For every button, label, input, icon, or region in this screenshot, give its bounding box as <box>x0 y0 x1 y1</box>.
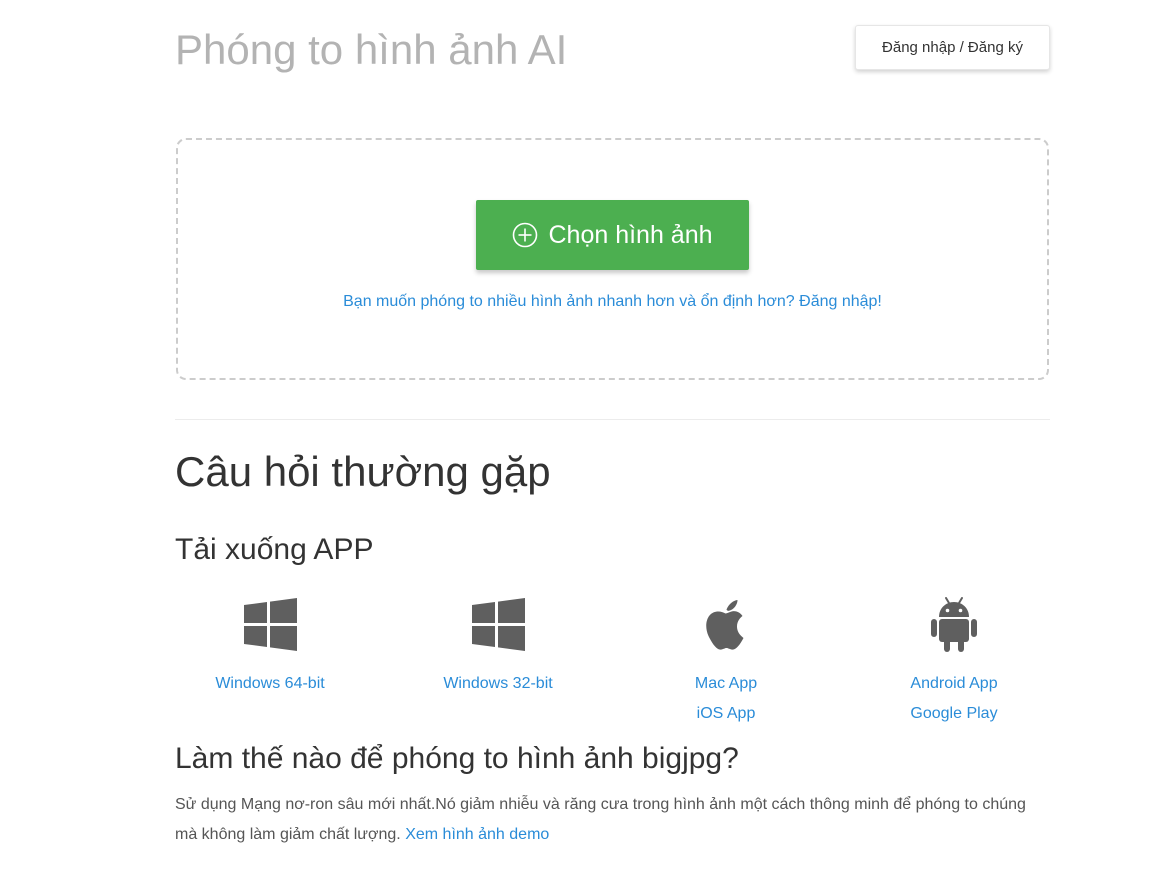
android-icon <box>931 597 977 652</box>
howto-text: Sử dụng Mạng nơ-ron sâu mới nhất.Nó giảm… <box>175 796 1026 843</box>
login-register-button[interactable]: Đăng nhập / Đăng ký <box>855 25 1050 70</box>
demo-images-link[interactable]: Xem hình ảnh demo <box>405 826 549 843</box>
howto-title: Làm thế nào để phóng to hình ảnh bigjpg? <box>175 742 739 775</box>
android-app-link[interactable]: Android App <box>910 669 997 699</box>
howto-description: Sử dụng Mạng nơ-ron sâu mới nhất.Nó giảm… <box>175 790 1035 850</box>
section-divider <box>175 419 1050 420</box>
app-download-android: Android App Google Play <box>840 592 1068 729</box>
app-download-apple: Mac App iOS App <box>612 592 840 729</box>
ios-app-link[interactable]: iOS App <box>697 699 756 729</box>
choose-image-label: Chọn hình ảnh <box>548 220 713 249</box>
plus-circle-icon <box>513 222 538 248</box>
app-download-windows-64: Windows 64-bit <box>156 592 384 699</box>
download-app-title: Tải xuống APP <box>175 533 374 566</box>
faq-title: Câu hỏi thường gặp <box>175 448 551 495</box>
google-play-link[interactable]: Google Play <box>910 699 997 729</box>
login-hint-link[interactable]: Bạn muốn phóng to nhiều hình ảnh nhanh h… <box>176 293 1049 311</box>
mac-app-link[interactable]: Mac App <box>695 669 757 699</box>
app-download-windows-32: Windows 32-bit <box>384 592 612 699</box>
windows-icon <box>244 598 297 651</box>
page: Phóng to hình ảnh AI Đăng nhập / Đăng ký… <box>0 0 1176 874</box>
page-title: Phóng to hình ảnh AI <box>175 26 568 73</box>
windows-32-link[interactable]: Windows 32-bit <box>443 669 552 699</box>
apple-icon <box>706 600 744 650</box>
windows-64-link[interactable]: Windows 64-bit <box>215 669 324 699</box>
choose-image-button[interactable]: Chọn hình ảnh <box>476 200 749 270</box>
windows-icon <box>472 598 525 651</box>
